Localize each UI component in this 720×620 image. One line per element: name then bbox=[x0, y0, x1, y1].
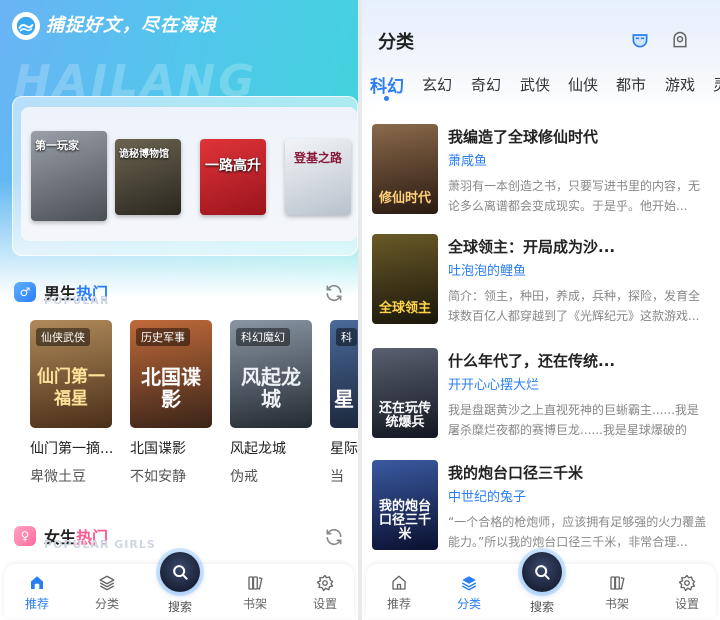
nav-tab-settings[interactable]: 设置 bbox=[662, 574, 712, 612]
search-icon bbox=[173, 565, 188, 580]
layers-icon bbox=[461, 576, 477, 591]
book-title: 什么年代了，还在传统... bbox=[448, 352, 616, 370]
book-title: 北国谍影 bbox=[130, 441, 186, 457]
book-cover: 科 星 bbox=[330, 320, 358, 428]
book-author[interactable]: 吐泡泡的鲤鱼 bbox=[448, 260, 526, 279]
nav-tab-category[interactable]: 分类 bbox=[444, 574, 494, 612]
search-label[interactable]: 搜索 bbox=[155, 598, 205, 615]
book-cover: 我的炮台口径三千米 bbox=[372, 460, 438, 550]
page-title: 分类 bbox=[378, 32, 414, 53]
book-title: 风起龙城 bbox=[230, 441, 286, 457]
book-card[interactable]: 仙侠武侠 仙门第一福星 仙门第一摘... 卑微土豆 bbox=[30, 320, 112, 486]
book-list-item[interactable]: 我的炮台口径三千米 我的炮台口径三千米 中世纪的兔子 “一个合格的枪炮师，应该拥… bbox=[372, 460, 712, 550]
home-screen: 捕捉好文，尽在海浪 HAILANG 第一玩家 诡秘博物馆 一路高升 登基之路 ♂… bbox=[0, 0, 358, 620]
gear-icon bbox=[678, 574, 696, 592]
refresh-icon[interactable] bbox=[324, 283, 344, 303]
book-list-item[interactable]: 还在玩传统爆兵 什么年代了，还在传统... 开开心心摆大烂 我是盘踞黄沙之上直视… bbox=[372, 348, 712, 438]
layers-icon bbox=[99, 575, 115, 591]
book-card[interactable]: 科 星 星际... 当 bbox=[330, 320, 358, 486]
book-author[interactable]: 开开心心摆大烂 bbox=[448, 374, 539, 393]
app-logo-icon bbox=[12, 12, 40, 40]
refresh-icon[interactable] bbox=[324, 527, 344, 547]
category-tab[interactable]: 都市 bbox=[616, 74, 646, 95]
female-section-subtitle: POPULAR GIRLS bbox=[44, 538, 156, 551]
book-title: 星际... bbox=[330, 441, 358, 457]
book-cover: 历史军事 北国谍影 bbox=[130, 320, 212, 428]
nav-tab-bookshelf[interactable]: 书架 bbox=[592, 574, 642, 612]
gear-icon bbox=[316, 574, 334, 592]
category-tab[interactable]: 游戏 bbox=[665, 74, 695, 95]
bookshelf-icon bbox=[248, 576, 263, 590]
book-list-item[interactable]: 修仙时代 我编造了全球修仙时代 萧咸鱼 萧羽有一本创造之书，只要写进书里的内容，… bbox=[372, 124, 712, 214]
category-screen: 分类 科幻 玄幻 奇幻 武侠 仙侠 都市 游戏 灵 修仙时代 我编造了全球修仙时… bbox=[362, 0, 720, 620]
active-tab-indicator bbox=[384, 96, 389, 101]
banner-cover-4[interactable]: 登基之路 bbox=[285, 139, 351, 215]
category-tab[interactable]: 武侠 bbox=[520, 74, 550, 95]
book-title: 全球领主：开局成为沙... bbox=[448, 238, 616, 256]
banner-cover-3[interactable]: 一路高升 bbox=[200, 139, 266, 215]
book-description: “一个合格的枪炮师，应该拥有足够强的火力覆盖能力。”所以我的炮台口径三千米，非常… bbox=[448, 515, 707, 549]
nav-tab-category[interactable]: 分类 bbox=[82, 574, 132, 612]
home-icon bbox=[392, 575, 406, 590]
book-title: 仙门第一摘... bbox=[30, 441, 112, 457]
book-description: 萧羽有一本创造之书，只要写进书里的内容，无论多么离谱都会变成现实。于是乎。他开始… bbox=[448, 179, 701, 213]
book-card[interactable]: 科幻魔幻 风起龙城 风起龙城 伪戒 bbox=[230, 320, 312, 486]
banner-cover-1[interactable]: 第一玩家 bbox=[31, 131, 107, 221]
category-tab[interactable]: 科幻 bbox=[370, 72, 404, 97]
book-title: 我编造了全球修仙时代 bbox=[448, 128, 599, 146]
nav-tab-recommend[interactable]: 推荐 bbox=[12, 574, 62, 612]
banner-cover-2[interactable]: 诡秘博物馆 bbox=[115, 139, 181, 215]
book-cover: 科幻魔幻 风起龙城 bbox=[230, 320, 312, 428]
book-card[interactable]: 历史军事 北国谍影 北国谍影 不如安静 bbox=[130, 320, 212, 486]
home-icon bbox=[31, 576, 43, 589]
gender-switch-icon[interactable] bbox=[630, 30, 650, 50]
nav-tab-bookshelf[interactable]: 书架 bbox=[230, 574, 280, 612]
category-tab[interactable]: 仙侠 bbox=[568, 74, 598, 95]
search-button[interactable] bbox=[522, 552, 562, 592]
book-author: 卑微土豆 bbox=[30, 469, 86, 485]
book-author[interactable]: 中世纪的兔子 bbox=[448, 486, 526, 505]
search-label[interactable]: 搜索 bbox=[517, 598, 567, 615]
book-author: 当 bbox=[330, 469, 344, 485]
book-cover: 修仙时代 bbox=[372, 124, 438, 214]
book-title: 我的炮台口径三千米 bbox=[448, 464, 584, 482]
male-icon: ♂ bbox=[14, 282, 36, 302]
book-cover: 仙侠武侠 仙门第一福星 bbox=[30, 320, 112, 428]
search-icon bbox=[535, 565, 550, 580]
book-author: 伪戒 bbox=[230, 469, 258, 485]
bottom-nav: 推荐 分类 搜索 书架 设置 bbox=[4, 552, 354, 618]
nav-tab-settings[interactable]: 设置 bbox=[300, 574, 350, 612]
app-slogan: 捕捉好文，尽在海浪 bbox=[46, 15, 217, 36]
book-description: 我是盘踞黄沙之上直视死神的巨蜥霸主......我是屠杀糜烂夜都的赛博巨龙....… bbox=[448, 403, 699, 437]
book-author: 不如安静 bbox=[130, 469, 186, 485]
category-tab[interactable]: 灵 bbox=[713, 74, 720, 95]
featured-banner[interactable]: 第一玩家 诡秘博物馆 一路高升 登基之路 bbox=[12, 96, 358, 256]
male-section-subtitle: POPULAR bbox=[44, 294, 110, 307]
book-author[interactable]: 萧咸鱼 bbox=[448, 150, 487, 169]
search-button[interactable] bbox=[160, 552, 200, 592]
nav-tab-recommend[interactable]: 推荐 bbox=[374, 574, 424, 612]
bottom-nav: 推荐 分类 搜索 书架 设置 bbox=[366, 552, 716, 618]
book-cover: 还在玩传统爆兵 bbox=[372, 348, 438, 438]
category-tab[interactable]: 玄幻 bbox=[422, 74, 452, 95]
profile-switch-icon[interactable] bbox=[670, 30, 690, 50]
book-cover: 全球领主 bbox=[372, 234, 438, 324]
book-list-item[interactable]: 全球领主 全球领主：开局成为沙... 吐泡泡的鲤鱼 简介：领主，种田，养成，兵种… bbox=[372, 234, 712, 324]
female-icon: ♀ bbox=[14, 526, 36, 546]
book-description: 简介：领主，种田，养成，兵种，探险，发育全球数百亿人都穿越到了《光辉纪元》这款游… bbox=[448, 289, 701, 323]
bookshelf-icon bbox=[610, 576, 625, 590]
category-tab[interactable]: 奇幻 bbox=[471, 74, 501, 95]
